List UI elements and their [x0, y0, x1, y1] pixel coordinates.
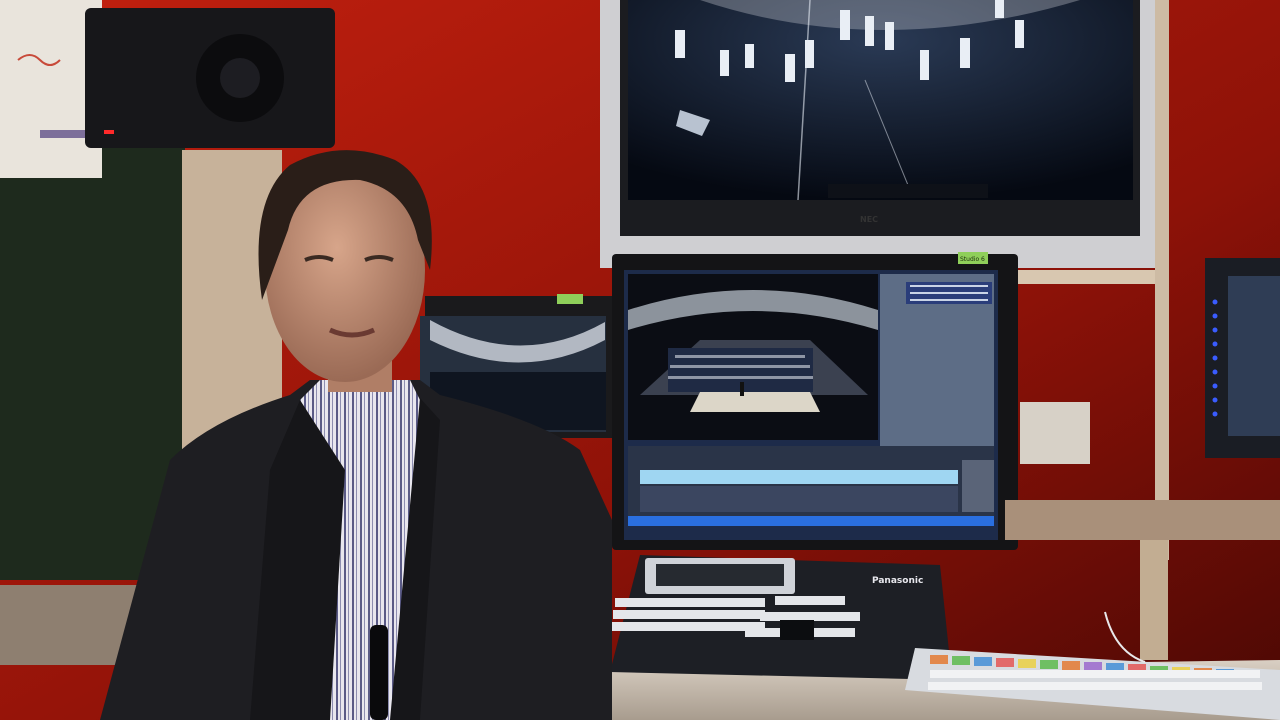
wall-frame-right: [1155, 0, 1169, 560]
wall-shelf-edge: [1000, 270, 1165, 284]
side-desk: [1005, 500, 1280, 540]
power-box: [1020, 402, 1090, 464]
large-nec-monitor: NEC: [600, 0, 1155, 268]
desk-leg: [1140, 540, 1168, 660]
taskbar: [628, 516, 994, 526]
blue-led-column: [1212, 299, 1218, 417]
studio-speaker: [85, 8, 335, 148]
scene-canvas: NEC Studio 6 Panasonic: [0, 0, 1280, 720]
timeline-clip: [640, 470, 958, 484]
sticky-note-small: [557, 294, 583, 304]
monitor-brand-label: NEC: [860, 215, 878, 224]
switcher-brand-label: Panasonic: [872, 576, 923, 586]
video-frame: NEC Studio 6 Panasonic: [0, 0, 1280, 720]
sticky-note-text: Studio 6: [960, 256, 985, 263]
lapel-microphone: [370, 625, 388, 720]
panasonic-video-switcher: Panasonic: [610, 555, 952, 680]
editing-monitor: Studio 6: [612, 252, 1018, 550]
side-monitor-right: [1205, 258, 1280, 458]
